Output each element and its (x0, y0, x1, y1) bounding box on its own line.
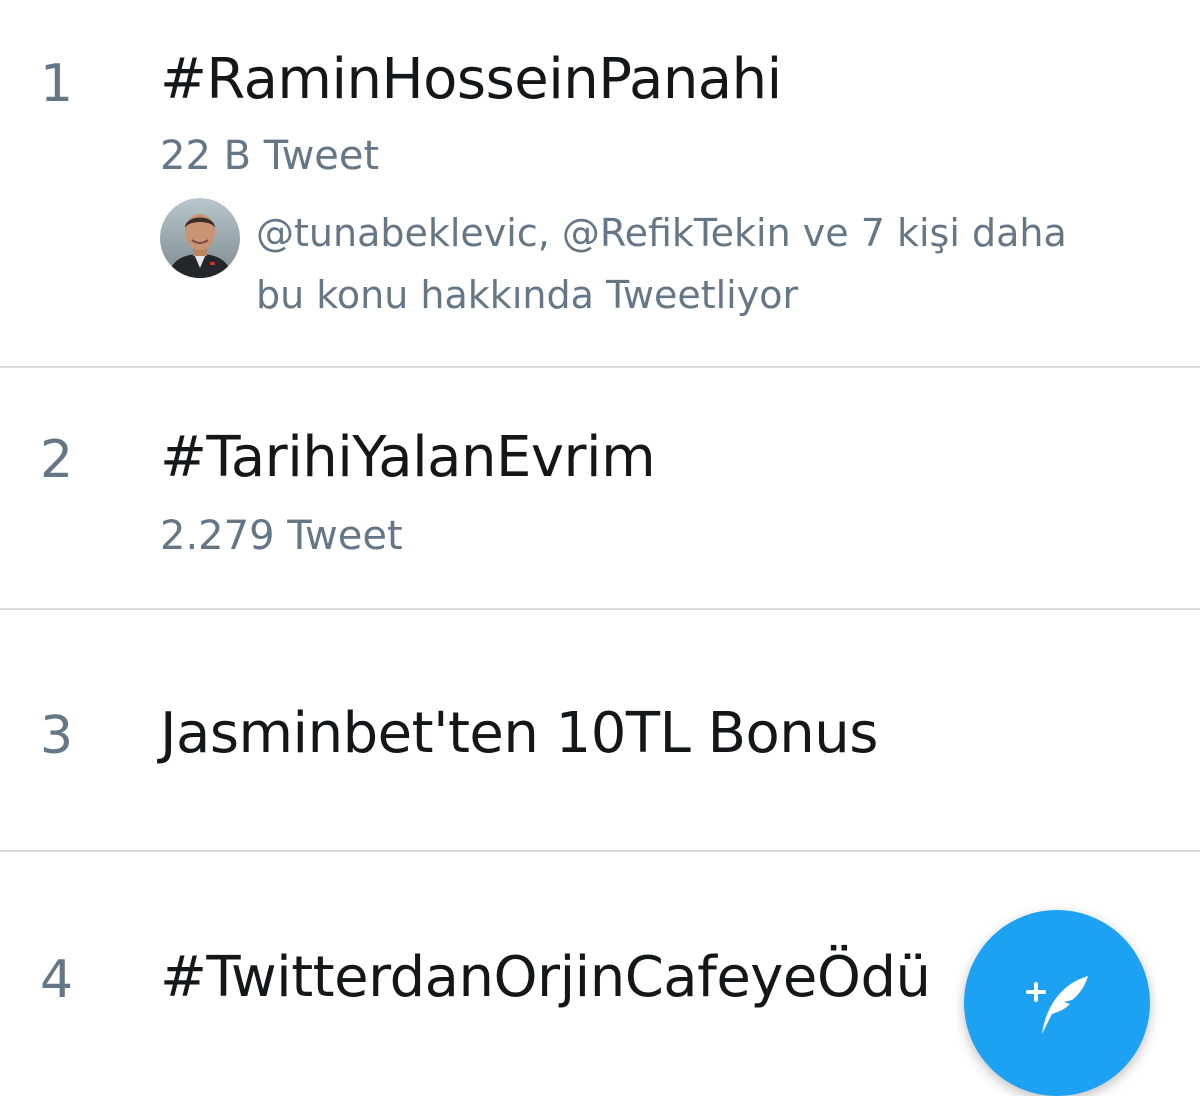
trend-rank: 2 (40, 430, 74, 490)
trend-title: #TarihiYalanEvrim (160, 425, 656, 490)
compose-tweet-button[interactable] (964, 910, 1150, 1096)
trend-tweet-count: 22 B Tweet (160, 133, 380, 179)
compose-tweet-icon (1026, 976, 1088, 1034)
avatar-photo-icon (160, 198, 240, 278)
trend-title: #TwitterdanOrjinCafeyeÖdü (160, 945, 931, 1010)
avatar (160, 198, 240, 278)
trend-title: Jasminbet'ten 10TL Bonus (160, 701, 878, 766)
trend-item-2[interactable]: 2 #TarihiYalanEvrim 2.279 Tweet (0, 368, 1200, 608)
trend-rank: 4 (40, 950, 74, 1010)
trend-rank: 3 (40, 706, 74, 766)
trend-context: @tunabeklevic, @RefikTekin ve 7 kişi dah… (256, 202, 1176, 326)
trend-tweet-count: 2.279 Tweet (160, 513, 403, 559)
trend-item-3[interactable]: 3 Jasminbet'ten 10TL Bonus (0, 610, 1200, 850)
trend-context-line: @tunabeklevic, @RefikTekin ve 7 kişi dah… (256, 211, 1067, 255)
trend-rank: 1 (40, 54, 74, 114)
trend-item-1[interactable]: 1 #RaminHosseinPanahi 22 B Tweet @tunabe… (0, 0, 1200, 366)
trend-title: #RaminHosseinPanahi (160, 47, 782, 112)
trend-context-line: bu konu hakkında Tweetliyor (256, 273, 799, 317)
